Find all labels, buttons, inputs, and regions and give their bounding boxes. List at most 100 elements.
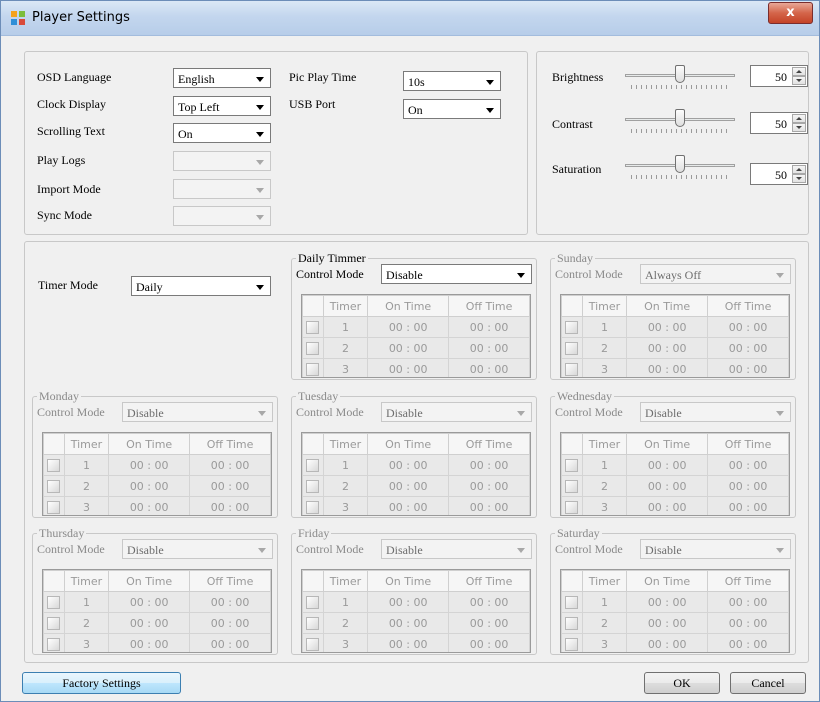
row-checkbox[interactable]: [47, 458, 61, 472]
row-checkbox[interactable]: [306, 320, 320, 334]
off-time-cell[interactable]: 00 : 00: [448, 358, 530, 377]
spin-up-icon[interactable]: [792, 165, 806, 174]
row-checkbox[interactable]: [47, 500, 61, 514]
row-checkbox[interactable]: [565, 458, 579, 472]
row-checkbox[interactable]: [47, 595, 61, 609]
off-time-cell[interactable]: 00 : 00: [189, 612, 271, 634]
row-checkbox[interactable]: [565, 637, 579, 651]
on-time-cell[interactable]: 00 : 00: [367, 591, 450, 613]
on-time-cell[interactable]: 00 : 00: [108, 591, 191, 613]
row-checkbox[interactable]: [565, 320, 579, 334]
off-time-cell[interactable]: 00 : 00: [707, 316, 789, 338]
off-time-cell[interactable]: 00 : 00: [707, 358, 789, 377]
clock-display-select[interactable]: Top Left: [173, 96, 271, 116]
title-bar[interactable]: Player Settings x: [1, 1, 819, 36]
on-time-cell[interactable]: 00 : 00: [626, 316, 709, 338]
off-time-cell[interactable]: 00 : 00: [448, 496, 530, 515]
row-checkbox[interactable]: [306, 458, 320, 472]
contrast-spinbox[interactable]: 50: [750, 112, 808, 134]
on-time-cell[interactable]: 00 : 00: [367, 337, 450, 359]
wednesday-control-mode-select[interactable]: Disable: [640, 402, 791, 422]
on-time-cell[interactable]: 00 : 00: [626, 454, 709, 476]
thursday-control-mode-select[interactable]: Disable: [122, 539, 273, 559]
row-checkbox[interactable]: [47, 637, 61, 651]
row-checkbox[interactable]: [306, 362, 320, 376]
osd-language-select[interactable]: English: [173, 68, 271, 88]
tuesday-control-mode-select[interactable]: Disable: [381, 402, 532, 422]
row-checkbox[interactable]: [306, 616, 320, 630]
friday-control-mode-select[interactable]: Disable: [381, 539, 532, 559]
timer-mode-select[interactable]: Daily: [131, 276, 271, 296]
off-time-cell[interactable]: 00 : 00: [707, 496, 789, 515]
off-time-cell[interactable]: 00 : 00: [448, 337, 530, 359]
ok-button[interactable]: OK: [644, 672, 720, 694]
row-checkbox[interactable]: [565, 362, 579, 376]
row-checkbox[interactable]: [306, 479, 320, 493]
on-time-cell[interactable]: 00 : 00: [626, 358, 709, 377]
spin-down-icon[interactable]: [792, 174, 806, 183]
saturday-control-mode-select[interactable]: Disable: [640, 539, 791, 559]
on-time-cell[interactable]: 00 : 00: [367, 612, 450, 634]
contrast-slider[interactable]: [625, 107, 735, 137]
row-checkbox[interactable]: [306, 637, 320, 651]
spin-down-icon[interactable]: [792, 123, 806, 132]
on-time-cell[interactable]: 00 : 00: [626, 475, 709, 497]
spin-up-icon[interactable]: [792, 67, 806, 76]
off-time-cell[interactable]: 00 : 00: [707, 475, 789, 497]
row-checkbox[interactable]: [47, 616, 61, 630]
off-time-cell[interactable]: 00 : 00: [448, 633, 530, 652]
play-logs-select[interactable]: [173, 151, 271, 171]
on-time-cell[interactable]: 00 : 00: [626, 591, 709, 613]
on-time-cell[interactable]: 00 : 00: [626, 633, 709, 652]
cancel-button[interactable]: Cancel: [730, 672, 806, 694]
close-button[interactable]: x: [768, 2, 813, 24]
on-time-cell[interactable]: 00 : 00: [367, 316, 450, 338]
row-checkbox[interactable]: [565, 341, 579, 355]
on-time-cell[interactable]: 00 : 00: [367, 496, 450, 515]
off-time-cell[interactable]: 00 : 00: [189, 475, 271, 497]
off-time-cell[interactable]: 00 : 00: [189, 633, 271, 652]
saturation-slider[interactable]: [625, 153, 735, 183]
on-time-cell[interactable]: 00 : 00: [626, 337, 709, 359]
on-time-cell[interactable]: 00 : 00: [108, 475, 191, 497]
off-time-cell[interactable]: 00 : 00: [189, 496, 271, 515]
row-checkbox[interactable]: [565, 479, 579, 493]
on-time-cell[interactable]: 00 : 00: [367, 633, 450, 652]
row-checkbox[interactable]: [565, 616, 579, 630]
saturation-spinbox[interactable]: 50: [750, 163, 808, 185]
on-time-cell[interactable]: 00 : 00: [108, 496, 191, 515]
factory-settings-button[interactable]: Factory Settings: [22, 672, 181, 694]
scrolling-text-select[interactable]: On: [173, 123, 271, 143]
row-checkbox[interactable]: [565, 500, 579, 514]
on-time-cell[interactable]: 00 : 00: [108, 633, 191, 652]
row-checkbox[interactable]: [306, 595, 320, 609]
saturation-slider-thumb[interactable]: [675, 155, 685, 173]
import-mode-select[interactable]: [173, 179, 271, 199]
row-checkbox[interactable]: [565, 595, 579, 609]
sunday-control-mode-select[interactable]: Always Off: [640, 264, 791, 284]
off-time-cell[interactable]: 00 : 00: [448, 316, 530, 338]
usb-port-select[interactable]: On: [403, 99, 501, 119]
on-time-cell[interactable]: 00 : 00: [367, 475, 450, 497]
row-checkbox[interactable]: [47, 479, 61, 493]
brightness-spinbox[interactable]: 50: [750, 65, 808, 87]
contrast-slider-thumb[interactable]: [675, 109, 685, 127]
brightness-slider[interactable]: [625, 63, 735, 93]
on-time-cell[interactable]: 00 : 00: [108, 454, 191, 476]
row-checkbox[interactable]: [306, 500, 320, 514]
spin-up-icon[interactable]: [792, 114, 806, 123]
pic-play-time-select[interactable]: 10s: [403, 71, 501, 91]
brightness-slider-thumb[interactable]: [675, 65, 685, 83]
on-time-cell[interactable]: 00 : 00: [626, 612, 709, 634]
off-time-cell[interactable]: 00 : 00: [189, 591, 271, 613]
on-time-cell[interactable]: 00 : 00: [626, 496, 709, 515]
off-time-cell[interactable]: 00 : 00: [707, 612, 789, 634]
sync-mode-select[interactable]: [173, 206, 271, 226]
off-time-cell[interactable]: 00 : 00: [707, 633, 789, 652]
off-time-cell[interactable]: 00 : 00: [448, 591, 530, 613]
daily-control-mode-select[interactable]: Disable: [381, 264, 532, 284]
on-time-cell[interactable]: 00 : 00: [108, 612, 191, 634]
off-time-cell[interactable]: 00 : 00: [189, 454, 271, 476]
off-time-cell[interactable]: 00 : 00: [707, 591, 789, 613]
off-time-cell[interactable]: 00 : 00: [448, 612, 530, 634]
